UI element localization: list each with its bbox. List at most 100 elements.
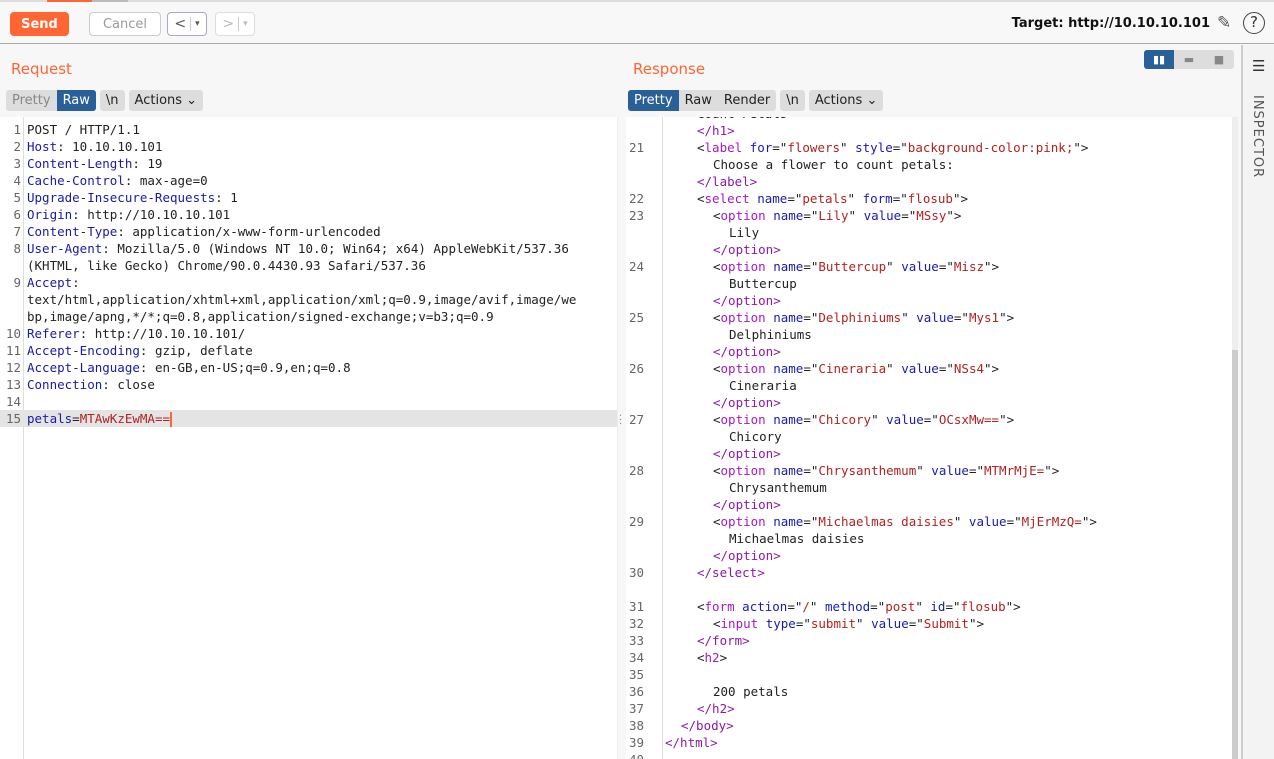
line-number: 11	[5, 343, 21, 358]
toolbar: Send Cancel < ▾ > ▾ Target: http://10.10.1…	[0, 2, 1274, 44]
header-name: Accept	[27, 275, 73, 290]
code-line: 21 <label for="flowers" style="background…	[626, 139, 1238, 156]
line-number: 24	[628, 259, 644, 274]
header-value: : max-age=0	[124, 173, 208, 188]
split-vertical-icon[interactable]: ▬	[1174, 50, 1204, 69]
header-value: : http://10.10.10.101	[72, 207, 231, 222]
code-line: 23 <option name="Lily" value="MSsy">	[626, 207, 1238, 224]
tab-pretty[interactable]: Pretty	[628, 90, 679, 111]
tab-pretty[interactable]: Pretty	[6, 90, 57, 111]
header-value: : application/x-www-form-urlencoded	[117, 224, 381, 239]
code-line: 3 Content-Length: 19	[0, 155, 617, 172]
code-line: </option>	[626, 394, 1238, 411]
code-line: 2 Host: 10.10.10.101	[0, 138, 617, 155]
code-line: 29 <option name="Michaelmas daisies" valu…	[626, 513, 1238, 530]
code-text: </select>	[697, 565, 765, 580]
header-value: =	[72, 411, 80, 426]
code-text: Chrysanthemum	[729, 480, 827, 495]
code-line: 6 Origin: http://10.10.10.101	[0, 206, 617, 223]
splitter-handle[interactable]: · · ·	[619, 412, 622, 430]
code-text: <option name="Michaelmas daisies" value=…	[713, 514, 1097, 529]
line-number: 29	[628, 514, 644, 529]
line-number: 35	[628, 667, 644, 682]
actions-menu[interactable]: Actions ⌄	[129, 90, 204, 111]
code-text: </option>	[713, 548, 781, 563]
line-number: 27	[628, 412, 644, 427]
back-button[interactable]: < ▾	[167, 12, 207, 36]
code-text: Buttercup	[729, 276, 797, 291]
code-line: Choose a flower to count petals:	[626, 156, 1238, 173]
code-line: 28 <option name="Chrysanthemum" value="MT…	[626, 462, 1238, 479]
code-line: Chrysanthemum	[626, 479, 1238, 496]
code-text: <h2>	[697, 650, 728, 665]
code-text: text/html,application/xhtml+xml,applicat…	[27, 291, 576, 308]
code-line: 13 Connection: close	[0, 376, 617, 393]
line-number: 5	[13, 190, 21, 205]
single-pane-icon[interactable]: ■	[1204, 50, 1234, 69]
code-text: <option name="Lily" value="MSsy">	[713, 208, 962, 223]
code-line: </option>	[626, 343, 1238, 360]
code-text: Content-Length: 19	[27, 155, 162, 172]
header-name: Accept-Language	[27, 360, 140, 375]
back-arrow: <	[174, 16, 187, 32]
code-line: 26 <option name="Cineraria" value="NSs4">	[626, 360, 1238, 377]
code-text: </label>	[697, 174, 758, 189]
newline-toggle[interactable]: \n	[780, 90, 805, 111]
code-text: <label for="flowers" style="background-c…	[697, 140, 1089, 155]
tab-render[interactable]: Render	[718, 90, 776, 111]
request-title: Request	[11, 60, 72, 78]
header-name: Content-Type	[27, 224, 118, 239]
header-value: : gzip, deflate	[139, 343, 253, 358]
forward-button[interactable]: > ▾	[215, 12, 255, 36]
line-number: 15	[5, 411, 21, 426]
code-line: </option>	[626, 292, 1238, 309]
pencil-icon[interactable]: ✎	[1217, 13, 1231, 33]
code-line: 11 Accept-Encoding: gzip, deflate	[0, 342, 617, 359]
code-text: Michaelmas daisies	[729, 531, 865, 546]
request-view-tabs: Pretty Raw	[6, 90, 96, 111]
code-line: 30 </select>	[626, 564, 1238, 581]
inspector-tab[interactable]: INSPECTOR	[1250, 95, 1265, 178]
forward-dropdown-icon[interactable]: ▾	[243, 19, 248, 29]
code-text: </option>	[713, 293, 781, 308]
back-dropdown-icon[interactable]: ▾	[195, 19, 200, 29]
actions-menu[interactable]: Actions ⌄	[809, 90, 884, 111]
line-number: 34	[628, 650, 644, 665]
response-panel: Response Pretty Raw Render \n Actions ⌄ …	[626, 45, 1238, 759]
line-number: 13	[5, 377, 21, 392]
header-name: Accept-Encoding	[27, 343, 140, 358]
header-value: text/html,application/xhtml+xml,applicat…	[27, 292, 577, 307]
tab-raw[interactable]: Raw	[679, 90, 718, 111]
code-line: 37 </h2>	[626, 700, 1238, 717]
header-value: : 10.10.10.101	[57, 139, 163, 154]
line-number: 1	[13, 122, 21, 137]
newline-toggle[interactable]: \n	[100, 90, 125, 111]
code-line: 12 Accept-Language: en-GB,en-US;q=0.9,en;…	[0, 359, 617, 376]
line-number: 12	[5, 360, 21, 375]
code-line: </option>	[626, 445, 1238, 462]
code-line: 35	[626, 666, 1238, 683]
tab-raw[interactable]: Raw	[56, 90, 96, 111]
code-line: </h1>	[626, 122, 1238, 139]
code-text: <option name="Delphiniums" value="Mys1">	[713, 310, 1015, 325]
request-editor[interactable]: 1 POST / HTTP/1.1 2 Host: 10.10.10.101 3 Cont…	[0, 117, 618, 759]
response-editor[interactable]: Count Petals</h1>21<label for="flowers" …	[626, 117, 1238, 759]
code-line: 27 <option name="Chicory" value="OCsxMw==…	[626, 411, 1238, 428]
code-text: POST / HTTP/1.1	[27, 121, 140, 138]
send-button[interactable]: Send	[10, 12, 69, 36]
split-horizontal-icon[interactable]: ▮▮	[1144, 50, 1174, 69]
code-line: 14	[0, 393, 617, 410]
line-number: 26	[628, 361, 644, 376]
code-text: Upgrade-Insecure-Requests: 1	[27, 189, 238, 206]
cancel-button[interactable]: Cancel	[89, 12, 161, 36]
code-text: <form action="/" method="post" id="flosu…	[697, 599, 1021, 614]
header-name: Origin	[27, 207, 73, 222]
help-icon[interactable]: ?	[1243, 12, 1265, 34]
code-text: <input type="submit" value="Submit">	[713, 616, 985, 631]
menu-lines-icon[interactable]: ☰	[1252, 57, 1265, 75]
line-number: 37	[628, 701, 644, 716]
code-text: </h2>	[697, 701, 735, 716]
code-line: Lily	[626, 224, 1238, 241]
code-line: 15 petals=MTAwKzEwMA==	[0, 410, 617, 427]
header-value: (KHTML, like Gecko) Chrome/90.0.4430.93 …	[27, 258, 426, 273]
